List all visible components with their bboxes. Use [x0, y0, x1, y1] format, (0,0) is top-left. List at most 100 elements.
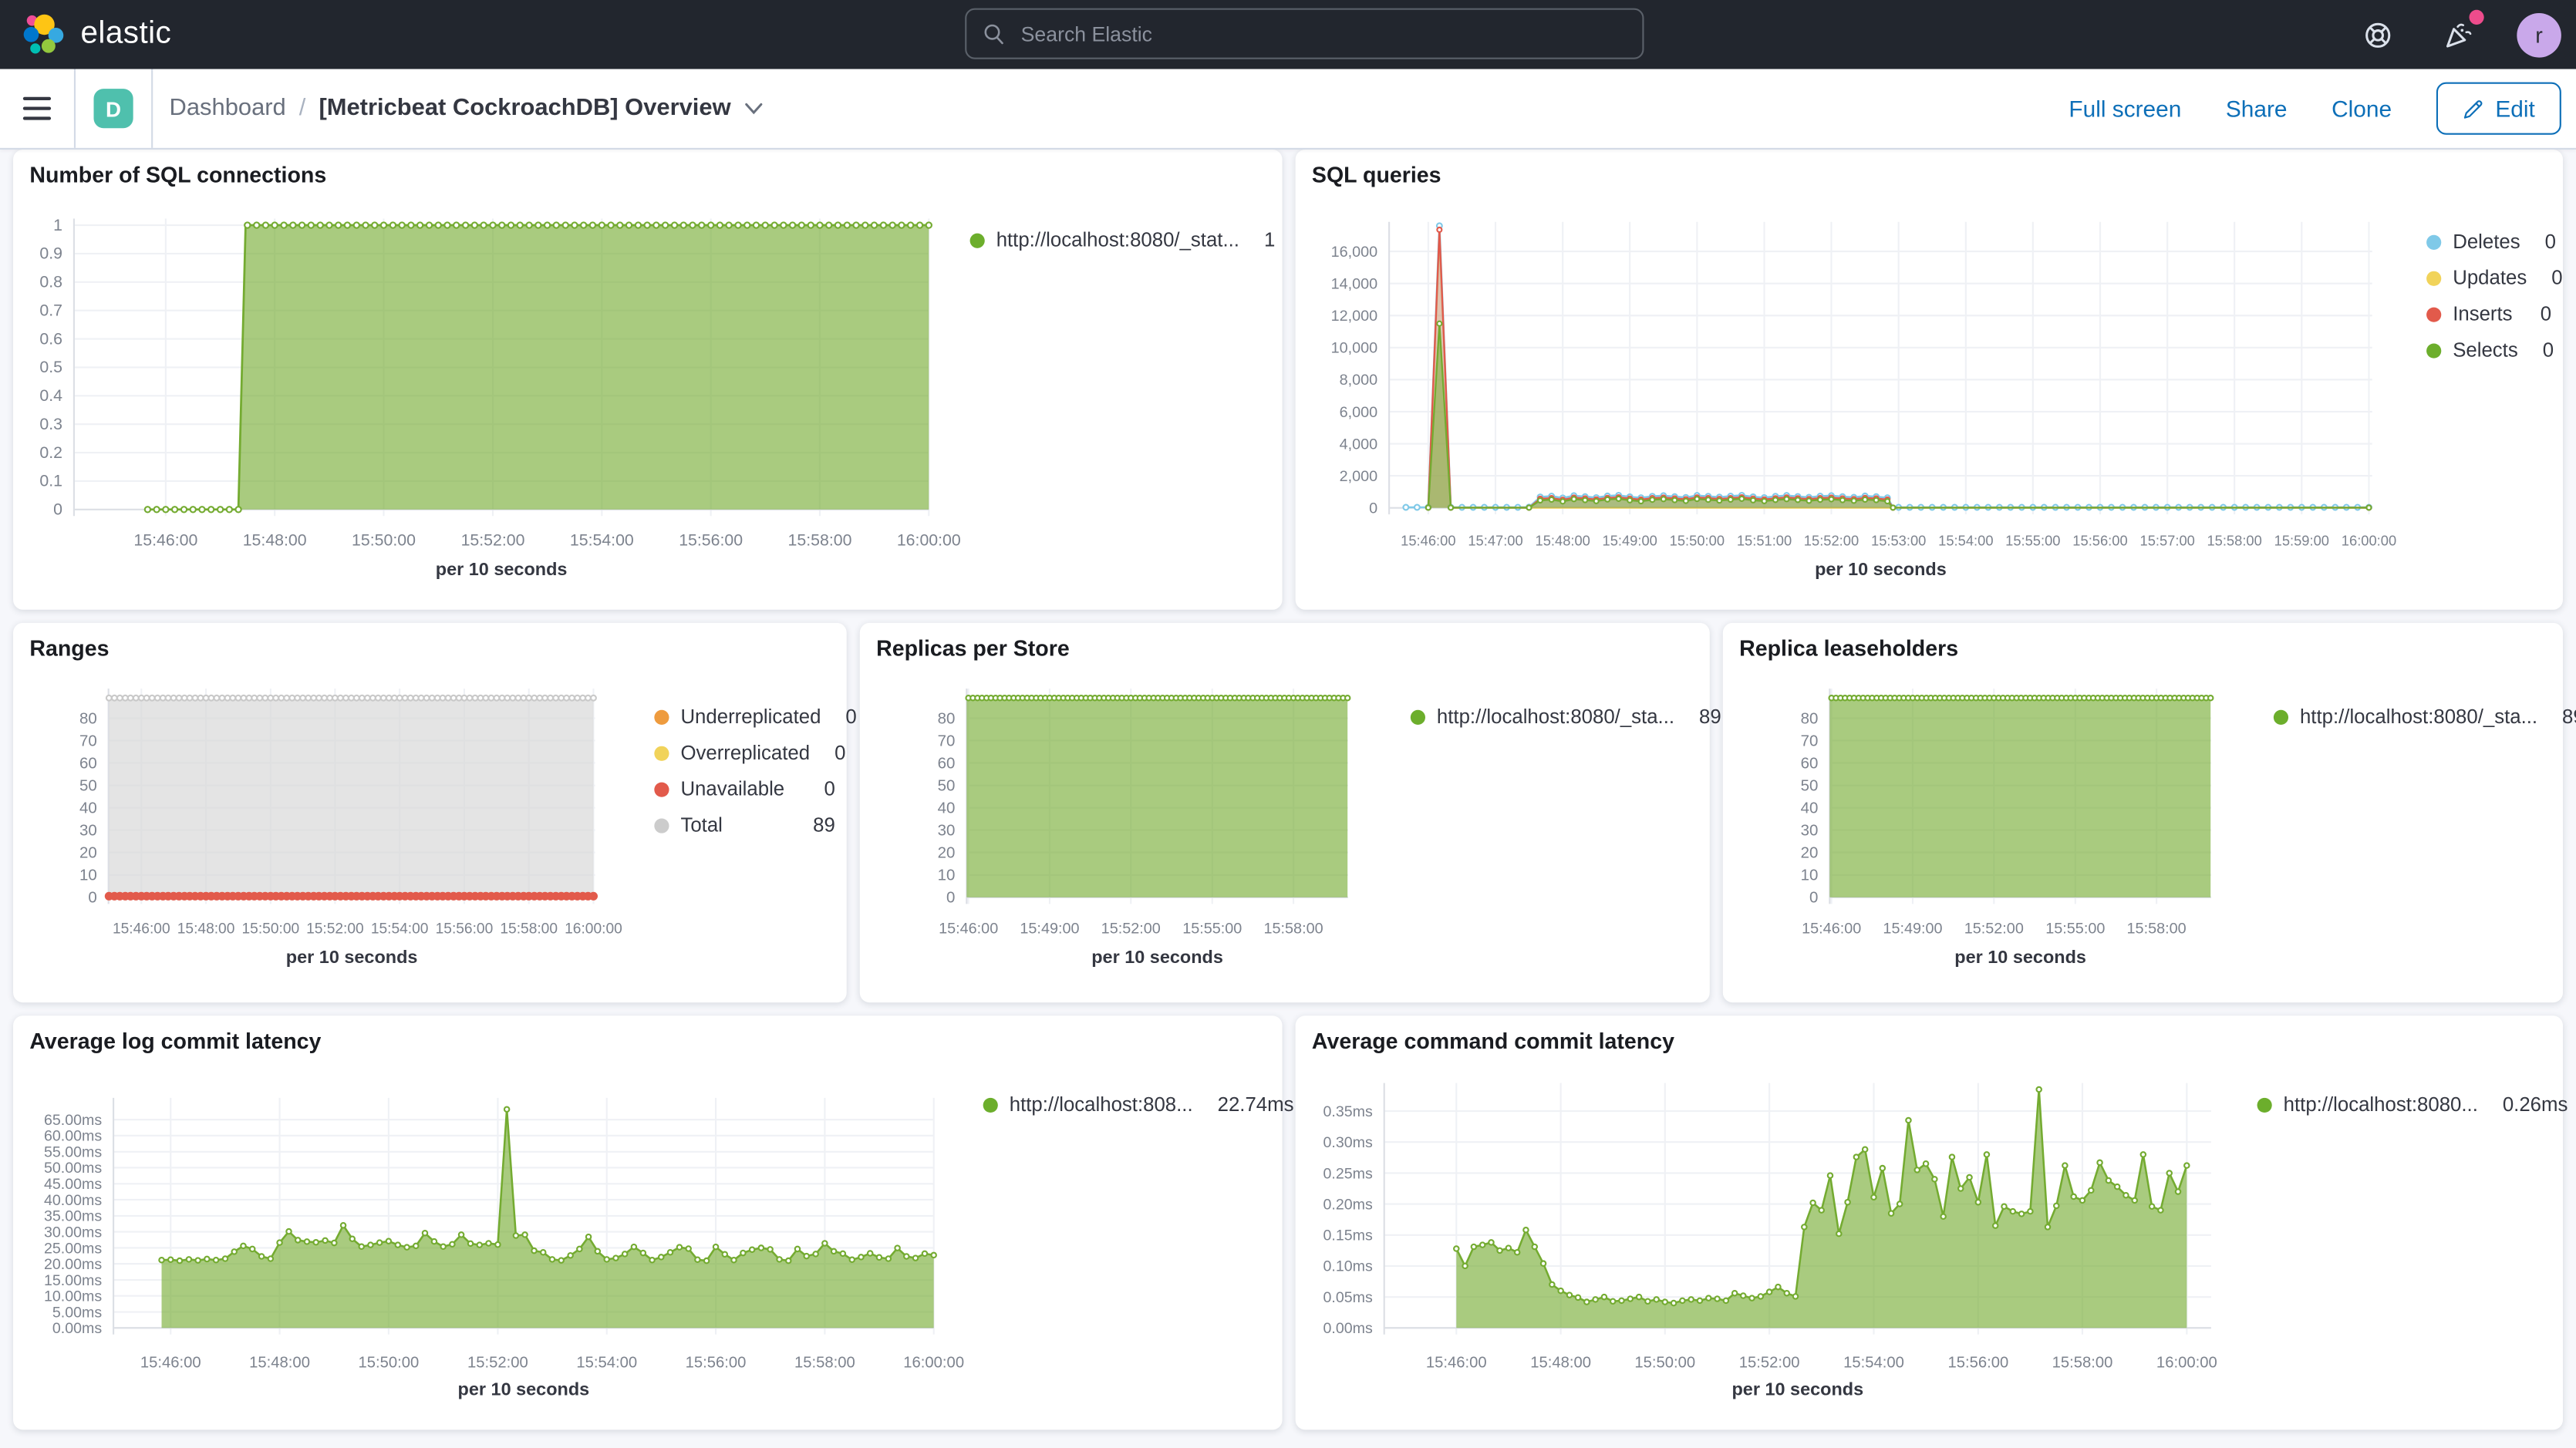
divider [74, 69, 76, 148]
legend-item[interactable]: http://localhost:8080/_sta...89 [2274, 705, 2553, 728]
menu-icon[interactable] [0, 69, 74, 148]
svg-text:0.4: 0.4 [39, 386, 62, 405]
svg-text:15:46:00: 15:46:00 [1426, 1354, 1487, 1371]
svg-text:4,000: 4,000 [1340, 436, 1378, 453]
svg-text:per 10 seconds: per 10 seconds [1731, 1379, 1863, 1399]
legend-dot [654, 817, 669, 832]
chevron-down-icon[interactable] [744, 102, 762, 115]
legend-item[interactable]: Unavailable0 [654, 777, 835, 800]
svg-text:20: 20 [938, 844, 956, 861]
news-icon[interactable] [2436, 13, 2479, 56]
svg-text:16:00:00: 16:00:00 [2342, 533, 2396, 549]
svg-text:20: 20 [1801, 844, 1819, 861]
avatar-initial: r [2535, 22, 2543, 47]
legend-item[interactable]: Updates0 [2426, 266, 2551, 289]
svg-text:60.00ms: 60.00ms [44, 1128, 102, 1145]
legend-item[interactable]: Deletes0 [2426, 230, 2551, 253]
help-icon[interactable] [2355, 13, 2398, 56]
svg-text:45.00ms: 45.00ms [44, 1176, 102, 1193]
svg-text:12,000: 12,000 [1331, 308, 1378, 325]
svg-text:15:54:00: 15:54:00 [576, 1354, 637, 1371]
page-title[interactable]: [Metricbeat CockroachDB] Overview [319, 96, 730, 122]
legend-value: 1 [1251, 228, 1275, 251]
svg-text:15:46:00: 15:46:00 [1802, 921, 1861, 938]
svg-text:15:58:00: 15:58:00 [1264, 921, 1323, 938]
svg-text:15:48:00: 15:48:00 [243, 531, 307, 550]
sql-queries-chart[interactable]: 02,0004,0006,0008,00010,00012,00014,0001… [1296, 196, 2397, 610]
svg-text:15:52:00: 15:52:00 [306, 921, 364, 938]
svg-text:10: 10 [1801, 867, 1819, 884]
legend-dot [2274, 709, 2288, 724]
legend-item[interactable]: http://localhost:808...22.74ms [983, 1093, 1269, 1116]
notification-dot [2470, 10, 2484, 25]
legend-item[interactable]: Total89 [654, 813, 835, 837]
legend-item[interactable]: Underreplicated0 [654, 705, 835, 728]
svg-text:per 10 seconds: per 10 seconds [1954, 947, 2086, 967]
svg-text:15:50:00: 15:50:00 [359, 1354, 420, 1371]
legend-value: 0.26ms [2490, 1093, 2568, 1116]
panel-avg-command-commit-latency: Average command commit latency 0.00ms0.0… [1296, 1015, 2563, 1429]
svg-text:15:57:00: 15:57:00 [2139, 533, 2194, 549]
replicas-per-store-chart[interactable]: 0102030405060708015:46:0015:49:0015:52:0… [860, 669, 1402, 1003]
svg-text:15:55:00: 15:55:00 [2045, 921, 2105, 938]
dashboard-app-badge[interactable]: D [93, 89, 133, 128]
legend-value: 0 [2530, 338, 2554, 362]
svg-text:50: 50 [938, 776, 956, 794]
svg-text:15:46:00: 15:46:00 [113, 921, 170, 938]
svg-text:per 10 seconds: per 10 seconds [1091, 947, 1223, 967]
svg-text:15:46:00: 15:46:00 [133, 531, 197, 550]
legend-value: 89 [1686, 705, 1721, 728]
share-link[interactable]: Share [2226, 96, 2288, 122]
svg-text:60: 60 [938, 754, 956, 772]
elastic-brand[interactable]: elastic [22, 0, 172, 69]
legend-item[interactable]: http://localhost:8080/_sta...89 [1411, 705, 1697, 728]
legend-dot [2426, 271, 2441, 285]
svg-text:15:56:00: 15:56:00 [436, 921, 494, 938]
edit-button[interactable]: Edit [2436, 83, 2561, 135]
svg-text:15:58:00: 15:58:00 [500, 921, 558, 938]
svg-text:15:54:00: 15:54:00 [570, 531, 634, 550]
clone-link[interactable]: Clone [2332, 96, 2392, 122]
svg-text:per 10 seconds: per 10 seconds [286, 947, 418, 967]
svg-text:15:58:00: 15:58:00 [788, 531, 852, 550]
panel-replica-leaseholders: Replica leaseholders 0102030405060708015… [1723, 623, 2563, 1002]
search-input[interactable] [965, 8, 1644, 59]
replica-leaseholders-chart[interactable]: 0102030405060708015:46:0015:49:0015:52:0… [1723, 669, 2233, 1003]
top-header: elastic [0, 0, 2576, 69]
svg-text:0.7: 0.7 [39, 301, 62, 319]
ranges-chart[interactable]: 0102030405060708015:46:0015:48:0015:50:0… [13, 669, 638, 1003]
svg-text:15:56:00: 15:56:00 [2072, 533, 2127, 549]
svg-text:14,000: 14,000 [1331, 276, 1378, 293]
breadcrumb-dashboard[interactable]: Dashboard [170, 96, 286, 122]
sql-connections-chart[interactable]: 00.10.20.30.40.50.60.70.80.9115:46:0015:… [13, 196, 950, 610]
user-avatar[interactable]: r [2517, 12, 2561, 57]
svg-text:0.9: 0.9 [39, 244, 62, 263]
svg-text:16:00:00: 16:00:00 [2156, 1354, 2217, 1371]
svg-text:15:58:00: 15:58:00 [794, 1354, 855, 1371]
search-field[interactable] [1017, 21, 1626, 47]
svg-text:80: 80 [938, 709, 956, 727]
svg-text:15:48:00: 15:48:00 [1530, 1354, 1591, 1371]
svg-text:15:58:00: 15:58:00 [2052, 1354, 2113, 1371]
avg-log-commit-latency-chart[interactable]: 0.00ms5.00ms10.00ms15.00ms20.00ms25.00ms… [13, 1062, 950, 1429]
legend-label: Total [680, 813, 722, 837]
legend-item[interactable]: Overreplicated0 [654, 741, 835, 764]
legend-label: Unavailable [680, 777, 784, 800]
legend-value: 22.74ms [1205, 1093, 1294, 1116]
svg-text:15:56:00: 15:56:00 [1947, 1354, 2008, 1371]
svg-text:16:00:00: 16:00:00 [565, 921, 622, 938]
svg-text:16,000: 16,000 [1331, 244, 1378, 261]
legend-item[interactable]: http://localhost:8080...0.26ms [2257, 1093, 2550, 1116]
legend-item[interactable]: Inserts0 [2426, 302, 2551, 325]
svg-text:0.8: 0.8 [39, 273, 62, 291]
avg-command-commit-latency-chart[interactable]: 0.00ms0.05ms0.10ms0.15ms0.20ms0.25ms0.30… [1296, 1062, 2228, 1429]
svg-text:15:55:00: 15:55:00 [2005, 533, 2060, 549]
panel-sql-queries: SQL queries 02,0004,0006,0008,00010,0001… [1296, 150, 2563, 610]
full-screen-link[interactable]: Full screen [2069, 96, 2181, 122]
legend-item[interactable]: http://localhost:8080/_stat...1 [970, 228, 1269, 251]
svg-text:15:52:00: 15:52:00 [1964, 921, 2024, 938]
legend-dot [654, 782, 669, 796]
legend-dot [970, 233, 985, 248]
svg-text:70: 70 [938, 732, 956, 749]
legend-item[interactable]: Selects0 [2426, 338, 2551, 362]
